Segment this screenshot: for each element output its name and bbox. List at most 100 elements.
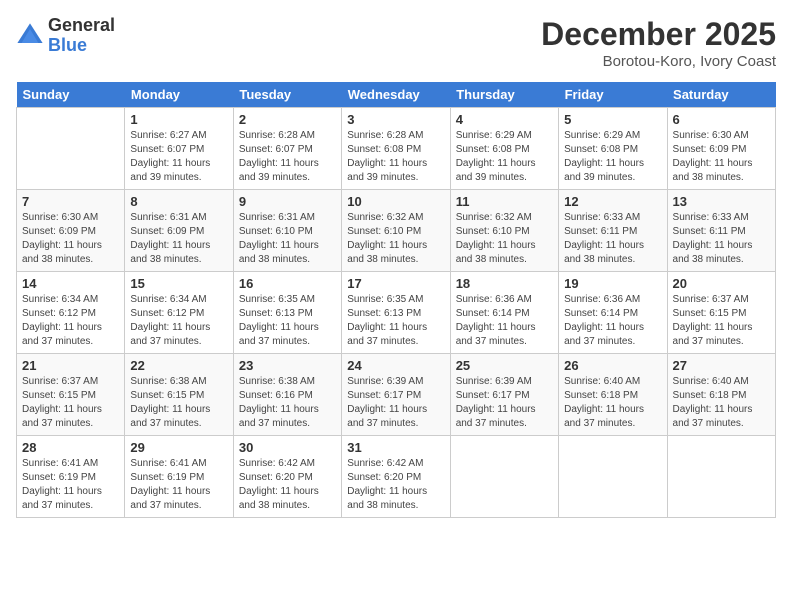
- calendar-cell: 27 Sunrise: 6:40 AM Sunset: 6:18 PM Dayli…: [667, 354, 775, 436]
- day-header-sunday: Sunday: [17, 82, 125, 108]
- calendar-cell: [450, 436, 558, 518]
- day-number: 11: [456, 194, 553, 209]
- logo-general-text: General: [48, 16, 115, 36]
- day-info: Sunrise: 6:30 AM Sunset: 6:09 PM Dayligh…: [673, 129, 770, 185]
- day-header-tuesday: Tuesday: [233, 82, 341, 108]
- calendar-table: SundayMondayTuesdayWednesdayThursdayFrid…: [16, 82, 776, 518]
- calendar-cell: 20Sunrise: 6:37 AM Sunset: 6:15 PM Dayli…: [667, 272, 775, 354]
- calendar-week-3: 14 Sunrise: 6:34 AM Sunset: 6:12 PM Dayli…: [17, 272, 776, 354]
- calendar-cell: 22Sunrise: 6:38 AM Sunset: 6:15 PM Dayli…: [125, 354, 233, 436]
- day-info: Sunrise: 6:34 AM Sunset: 6:12 PM Dayligh…: [22, 293, 119, 349]
- calendar-cell: 2Sunrise: 6:28 AM Sunset: 6:07 PM Daylig…: [233, 108, 341, 190]
- calendar-cell: 8 Sunrise: 6:31 AM Sunset: 6:09 PM Daylig…: [125, 190, 233, 272]
- calendar-cell: 25 Sunrise: 6:39 AM Sunset: 6:17 PM Dayli…: [450, 354, 558, 436]
- calendar-cell: 17 Sunrise: 6:35 AM Sunset: 6:13 PM Dayli…: [342, 272, 450, 354]
- calendar-cell: 6Sunrise: 6:30 AM Sunset: 6:09 PM Daylig…: [667, 108, 775, 190]
- day-info: Sunrise: 6:29 AM Sunset: 6:08 PM Dayligh…: [456, 129, 553, 185]
- calendar-cell: [17, 108, 125, 190]
- calendar-cell: 10 Sunrise: 6:32 AM Sunset: 6:10 PM Dayli…: [342, 190, 450, 272]
- calendar-cell: 21 Sunrise: 6:37 AM Sunset: 6:15 PM Dayli…: [17, 354, 125, 436]
- day-info: Sunrise: 6:29 AM Sunset: 6:08 PM Dayligh…: [564, 129, 661, 185]
- day-info: Sunrise: 6:35 AM Sunset: 6:13 PM Dayligh…: [347, 293, 444, 349]
- day-number: 28: [22, 440, 119, 455]
- day-number: 17: [347, 276, 444, 291]
- day-number: 15: [130, 276, 227, 291]
- day-number: 12: [564, 194, 661, 209]
- day-info: Sunrise: 6:39 AM Sunset: 6:17 PM Dayligh…: [456, 375, 553, 431]
- day-number: 3: [347, 112, 444, 127]
- day-number: 30: [239, 440, 336, 455]
- day-number: 7: [22, 194, 119, 209]
- day-info: Sunrise: 6:38 AM Sunset: 6:15 PM Dayligh…: [130, 375, 227, 431]
- day-number: 19: [564, 276, 661, 291]
- calendar-cell: 18Sunrise: 6:36 AM Sunset: 6:14 PM Dayli…: [450, 272, 558, 354]
- calendar-cell: 30 Sunrise: 6:42 AM Sunset: 6:20 PM Dayli…: [233, 436, 341, 518]
- day-number: 21: [22, 358, 119, 373]
- calendar-cell: 3 Sunrise: 6:28 AM Sunset: 6:08 PM Daylig…: [342, 108, 450, 190]
- day-number: 31: [347, 440, 444, 455]
- calendar-cell: [667, 436, 775, 518]
- day-info: Sunrise: 6:36 AM Sunset: 6:14 PM Dayligh…: [564, 293, 661, 349]
- day-number: 14: [22, 276, 119, 291]
- day-number: 18: [456, 276, 553, 291]
- day-info: Sunrise: 6:37 AM Sunset: 6:15 PM Dayligh…: [673, 293, 770, 349]
- day-info: Sunrise: 6:42 AM Sunset: 6:20 PM Dayligh…: [347, 457, 444, 513]
- day-header-saturday: Saturday: [667, 82, 775, 108]
- day-number: 9: [239, 194, 336, 209]
- calendar-cell: 16 Sunrise: 6:35 AM Sunset: 6:13 PM Dayli…: [233, 272, 341, 354]
- calendar-cell: 9 Sunrise: 6:31 AM Sunset: 6:10 PM Daylig…: [233, 190, 341, 272]
- calendar-cell: 1Sunrise: 6:27 AM Sunset: 6:07 PM Daylig…: [125, 108, 233, 190]
- calendar-week-5: 28 Sunrise: 6:41 AM Sunset: 6:19 PM Dayli…: [17, 436, 776, 518]
- calendar-cell: 13 Sunrise: 6:33 AM Sunset: 6:11 PM Dayli…: [667, 190, 775, 272]
- calendar-cell: 26 Sunrise: 6:40 AM Sunset: 6:18 PM Dayli…: [559, 354, 667, 436]
- day-number: 10: [347, 194, 444, 209]
- calendar-cell: 4 Sunrise: 6:29 AM Sunset: 6:08 PM Daylig…: [450, 108, 558, 190]
- day-number: 27: [673, 358, 770, 373]
- day-info: Sunrise: 6:40 AM Sunset: 6:18 PM Dayligh…: [564, 375, 661, 431]
- day-number: 24: [347, 358, 444, 373]
- day-info: Sunrise: 6:37 AM Sunset: 6:15 PM Dayligh…: [22, 375, 119, 431]
- day-number: 4: [456, 112, 553, 127]
- day-number: 25: [456, 358, 553, 373]
- page-header: General Blue December 2025 Borotou-Koro,…: [16, 16, 776, 70]
- day-info: Sunrise: 6:30 AM Sunset: 6:09 PM Dayligh…: [22, 211, 119, 267]
- day-info: Sunrise: 6:39 AM Sunset: 6:17 PM Dayligh…: [347, 375, 444, 431]
- day-info: Sunrise: 6:31 AM Sunset: 6:09 PM Dayligh…: [130, 211, 227, 267]
- day-info: Sunrise: 6:41 AM Sunset: 6:19 PM Dayligh…: [130, 457, 227, 513]
- day-number: 26: [564, 358, 661, 373]
- day-info: Sunrise: 6:42 AM Sunset: 6:20 PM Dayligh…: [239, 457, 336, 513]
- day-number: 8: [130, 194, 227, 209]
- day-info: Sunrise: 6:38 AM Sunset: 6:16 PM Dayligh…: [239, 375, 336, 431]
- day-info: Sunrise: 6:33 AM Sunset: 6:11 PM Dayligh…: [673, 211, 770, 267]
- logo: General Blue: [16, 16, 115, 56]
- title-block: December 2025 Borotou-Koro, Ivory Coast: [541, 16, 776, 70]
- day-number: 13: [673, 194, 770, 209]
- day-info: Sunrise: 6:35 AM Sunset: 6:13 PM Dayligh…: [239, 293, 336, 349]
- day-header-wednesday: Wednesday: [342, 82, 450, 108]
- month-title: December 2025: [541, 16, 776, 53]
- day-header-monday: Monday: [125, 82, 233, 108]
- day-info: Sunrise: 6:31 AM Sunset: 6:10 PM Dayligh…: [239, 211, 336, 267]
- day-header-friday: Friday: [559, 82, 667, 108]
- day-number: 23: [239, 358, 336, 373]
- calendar-cell: 28Sunrise: 6:41 AM Sunset: 6:19 PM Dayli…: [17, 436, 125, 518]
- location-title: Borotou-Koro, Ivory Coast: [541, 53, 776, 70]
- calendar-cell: 14 Sunrise: 6:34 AM Sunset: 6:12 PM Dayli…: [17, 272, 125, 354]
- calendar-cell: 23 Sunrise: 6:38 AM Sunset: 6:16 PM Dayli…: [233, 354, 341, 436]
- day-info: Sunrise: 6:33 AM Sunset: 6:11 PM Dayligh…: [564, 211, 661, 267]
- day-info: Sunrise: 6:28 AM Sunset: 6:08 PM Dayligh…: [347, 129, 444, 185]
- day-number: 16: [239, 276, 336, 291]
- day-info: Sunrise: 6:32 AM Sunset: 6:10 PM Dayligh…: [347, 211, 444, 267]
- calendar-week-1: 1Sunrise: 6:27 AM Sunset: 6:07 PM Daylig…: [17, 108, 776, 190]
- calendar-cell: 24 Sunrise: 6:39 AM Sunset: 6:17 PM Dayli…: [342, 354, 450, 436]
- calendar-cell: 29Sunrise: 6:41 AM Sunset: 6:19 PM Dayli…: [125, 436, 233, 518]
- calendar-cell: 11Sunrise: 6:32 AM Sunset: 6:10 PM Dayli…: [450, 190, 558, 272]
- calendar-cell: 15Sunrise: 6:34 AM Sunset: 6:12 PM Dayli…: [125, 272, 233, 354]
- day-number: 2: [239, 112, 336, 127]
- calendar-cell: 5 Sunrise: 6:29 AM Sunset: 6:08 PM Daylig…: [559, 108, 667, 190]
- day-number: 5: [564, 112, 661, 127]
- day-info: Sunrise: 6:27 AM Sunset: 6:07 PM Dayligh…: [130, 129, 227, 185]
- logo-icon: [16, 22, 44, 50]
- day-header-thursday: Thursday: [450, 82, 558, 108]
- day-info: Sunrise: 6:40 AM Sunset: 6:18 PM Dayligh…: [673, 375, 770, 431]
